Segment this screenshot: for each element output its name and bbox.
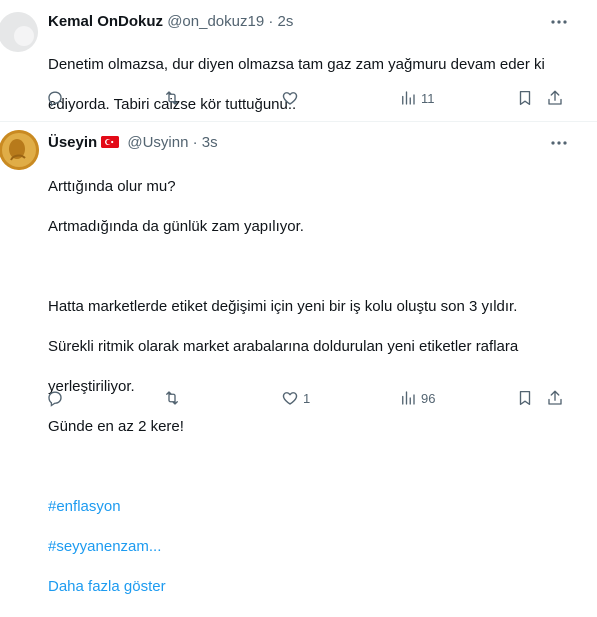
share-icon [548, 90, 562, 105]
view-count: 11 [421, 90, 435, 106]
like-button[interactable] [281, 88, 303, 108]
tweet-text-line: Sürekli ritmik olarak market arabalarına… [48, 338, 519, 355]
more-options-icon[interactable] [549, 133, 569, 153]
retweet-button[interactable] [163, 88, 185, 108]
tweet-text-line: Günde en az 2 kere! [48, 418, 184, 435]
retweet-button[interactable] [163, 388, 185, 408]
bookmark-button[interactable] [516, 388, 534, 408]
heart-icon [282, 392, 298, 405]
bookmark-button[interactable] [516, 88, 534, 108]
reply-icon [48, 391, 62, 407]
analytics-icon [402, 391, 415, 405]
tweet-header: Kemal OnDokuz @on_dokuz19 · 2s [48, 12, 293, 32]
retweet-icon [166, 391, 178, 405]
tweet-text-line: Hatta marketlerde etiket değişimi için y… [48, 298, 518, 315]
like-count: 1 [303, 390, 311, 406]
hashtag-link[interactable]: #enflasyon [48, 497, 568, 517]
show-more-link[interactable]: Daha fazla göster [48, 577, 568, 597]
user-name[interactable]: Kemal OnDokuz [48, 13, 163, 30]
like-button[interactable]: 1 [281, 388, 310, 408]
share-button[interactable] [546, 388, 564, 408]
timestamp[interactable]: 3s [202, 134, 218, 151]
tweet-text: Denetim olmazsa, dur diyen olmazsa tam g… [48, 35, 568, 135]
turkey-flag-icon [101, 136, 120, 148]
more-options-icon[interactable] [549, 12, 569, 32]
views-button[interactable]: 96 [399, 388, 435, 408]
views-button[interactable]: 11 [399, 88, 435, 108]
share-button[interactable] [546, 88, 564, 108]
avatar[interactable] [0, 12, 38, 52]
separator: · [268, 13, 274, 30]
user-handle[interactable]: @Usyinn [127, 134, 188, 151]
tweet-actions: 11 [46, 88, 568, 108]
user-handle[interactable]: @on_dokuz19 [167, 13, 264, 30]
retweet-icon [166, 91, 178, 105]
tweet[interactable]: Üseyin @Usyinn · 3s Arttığında olur mu? … [0, 122, 597, 595]
avatar[interactable] [0, 130, 39, 170]
bookmark-icon [519, 90, 531, 106]
reply-icon [48, 91, 62, 107]
tweet-text: Arttığında olur mu? Artmadığında da günl… [48, 157, 568, 617]
tweet-text-line [48, 457, 568, 477]
reply-button[interactable] [46, 88, 68, 108]
hashtag-link[interactable]: #seyyanenzam... [48, 537, 568, 557]
tweet[interactable]: Kemal OnDokuz @on_dokuz19 · 2s Denetim o… [0, 0, 597, 121]
timestamp[interactable]: 2s [278, 13, 294, 30]
heart-icon [282, 92, 298, 105]
tweet-text-line [48, 257, 568, 277]
tweet-header: Üseyin @Usyinn · 3s [48, 133, 218, 153]
analytics-icon [402, 91, 415, 105]
tweet-text-line: Artmadığında da günlük zam yapılıyor. [48, 218, 304, 235]
tweet-text-line: Arttığında olur mu? [48, 178, 176, 195]
reply-button[interactable] [46, 388, 68, 408]
tweet-actions: 1 96 [46, 388, 568, 408]
tweet-text-line: Denetim olmazsa, dur diyen olmazsa tam g… [48, 56, 545, 73]
view-count: 96 [421, 390, 436, 406]
user-name[interactable]: Üseyin [48, 134, 97, 151]
bookmark-icon [519, 390, 531, 406]
separator: · [192, 134, 198, 151]
share-icon [548, 390, 562, 405]
